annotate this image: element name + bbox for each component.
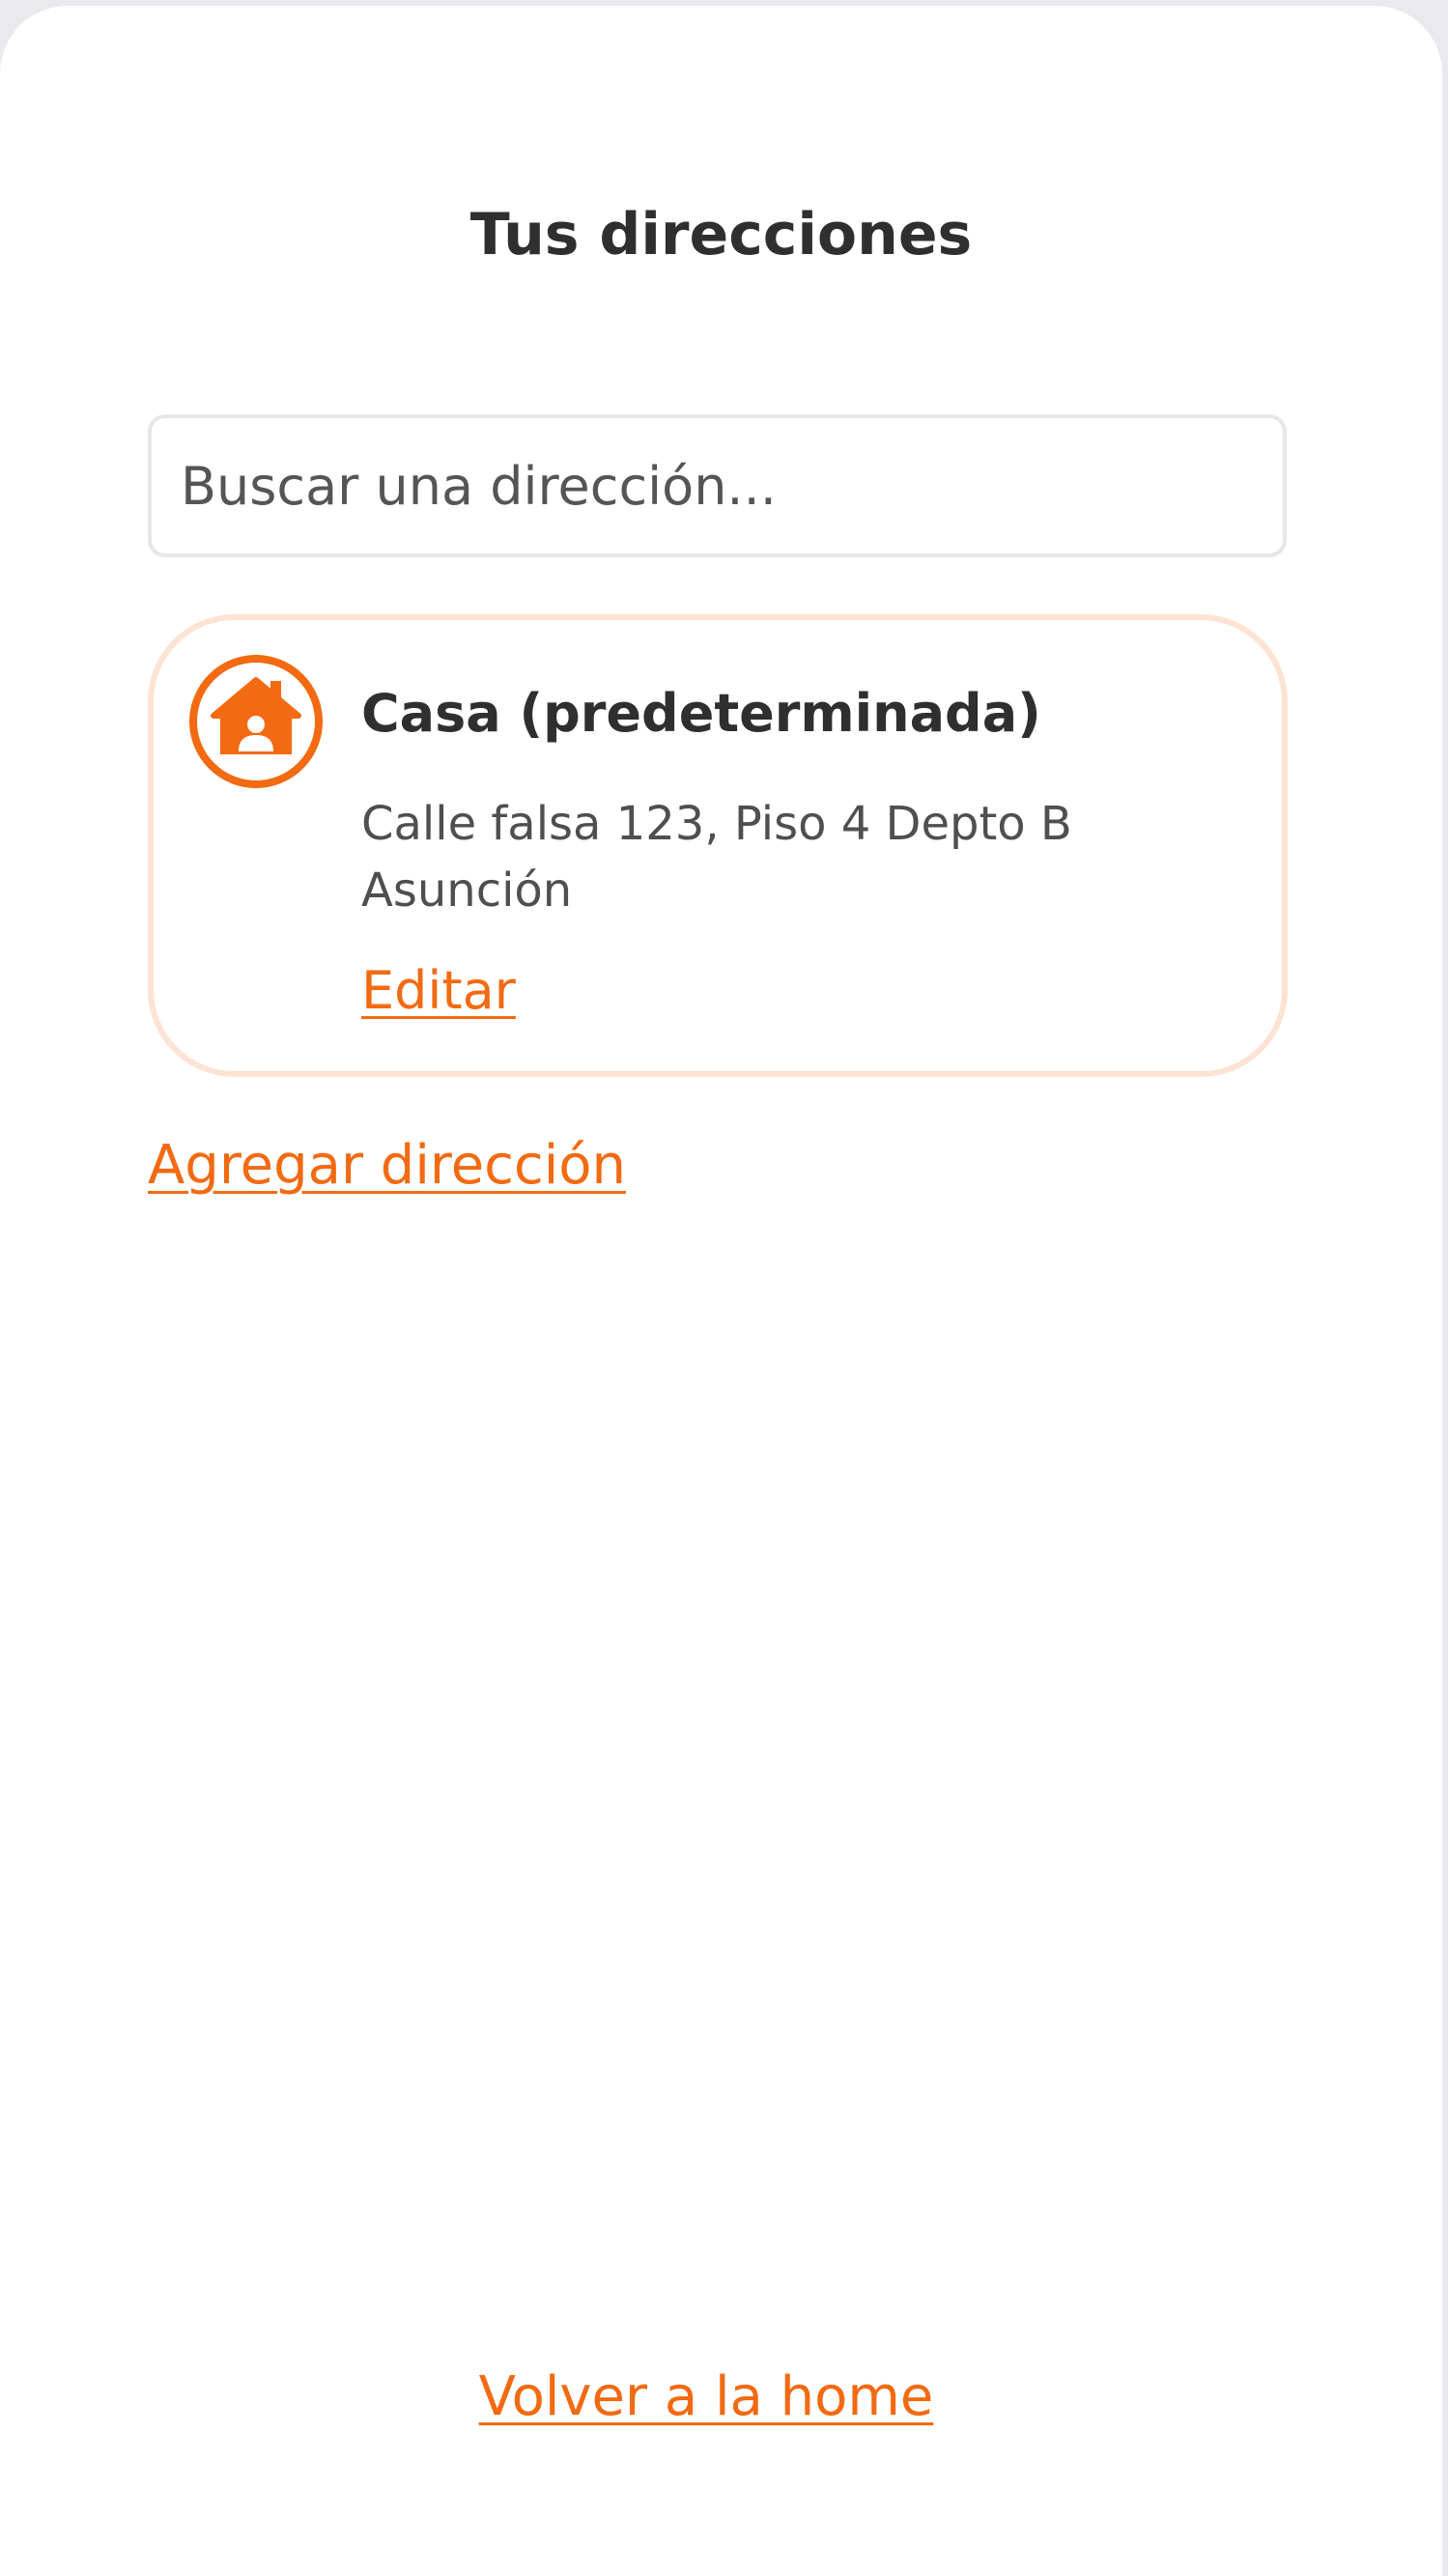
back-home-container: Volver a la home	[0, 2363, 1412, 2432]
page-title: Tus direcciones	[469, 201, 973, 269]
address-card[interactable]: Casa (predeterminada) Calle falsa 123, P…	[148, 614, 1288, 1077]
address-line1: Calle falsa 123, Piso 4 Depto B	[361, 797, 1072, 851]
home-icon	[188, 654, 324, 789]
address-city: Asunción	[361, 863, 573, 918]
addresses-screen: Tus direcciones Casa (predeterminada) Ca…	[0, 6, 1442, 2576]
edit-address-link[interactable]: Editar	[361, 957, 516, 1025]
address-name: Casa (predeterminada)	[361, 683, 1041, 744]
search-input[interactable]	[148, 414, 1287, 557]
back-home-link[interactable]: Volver a la home	[479, 2365, 934, 2428]
add-address-link[interactable]: Agregar dirección	[148, 1131, 626, 1201]
